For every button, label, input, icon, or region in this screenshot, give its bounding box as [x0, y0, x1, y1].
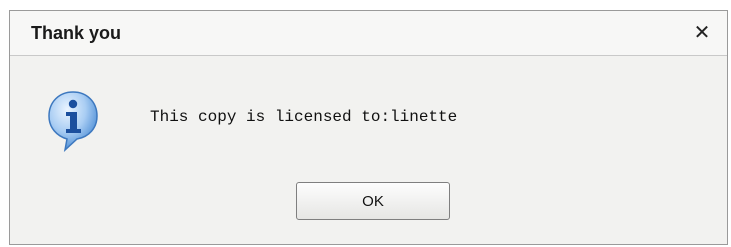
ok-button[interactable]: OK — [296, 182, 450, 220]
license-dialog: Thank you ✕ This copy is licensed to:lin… — [9, 10, 728, 245]
dialog-title: Thank you — [31, 23, 122, 43]
dialog-titlebar: Thank you ✕ — [10, 11, 727, 56]
info-icon — [47, 90, 99, 153]
close-icon[interactable]: ✕ — [691, 21, 713, 43]
license-message: This copy is licensed to:linette — [150, 108, 458, 126]
